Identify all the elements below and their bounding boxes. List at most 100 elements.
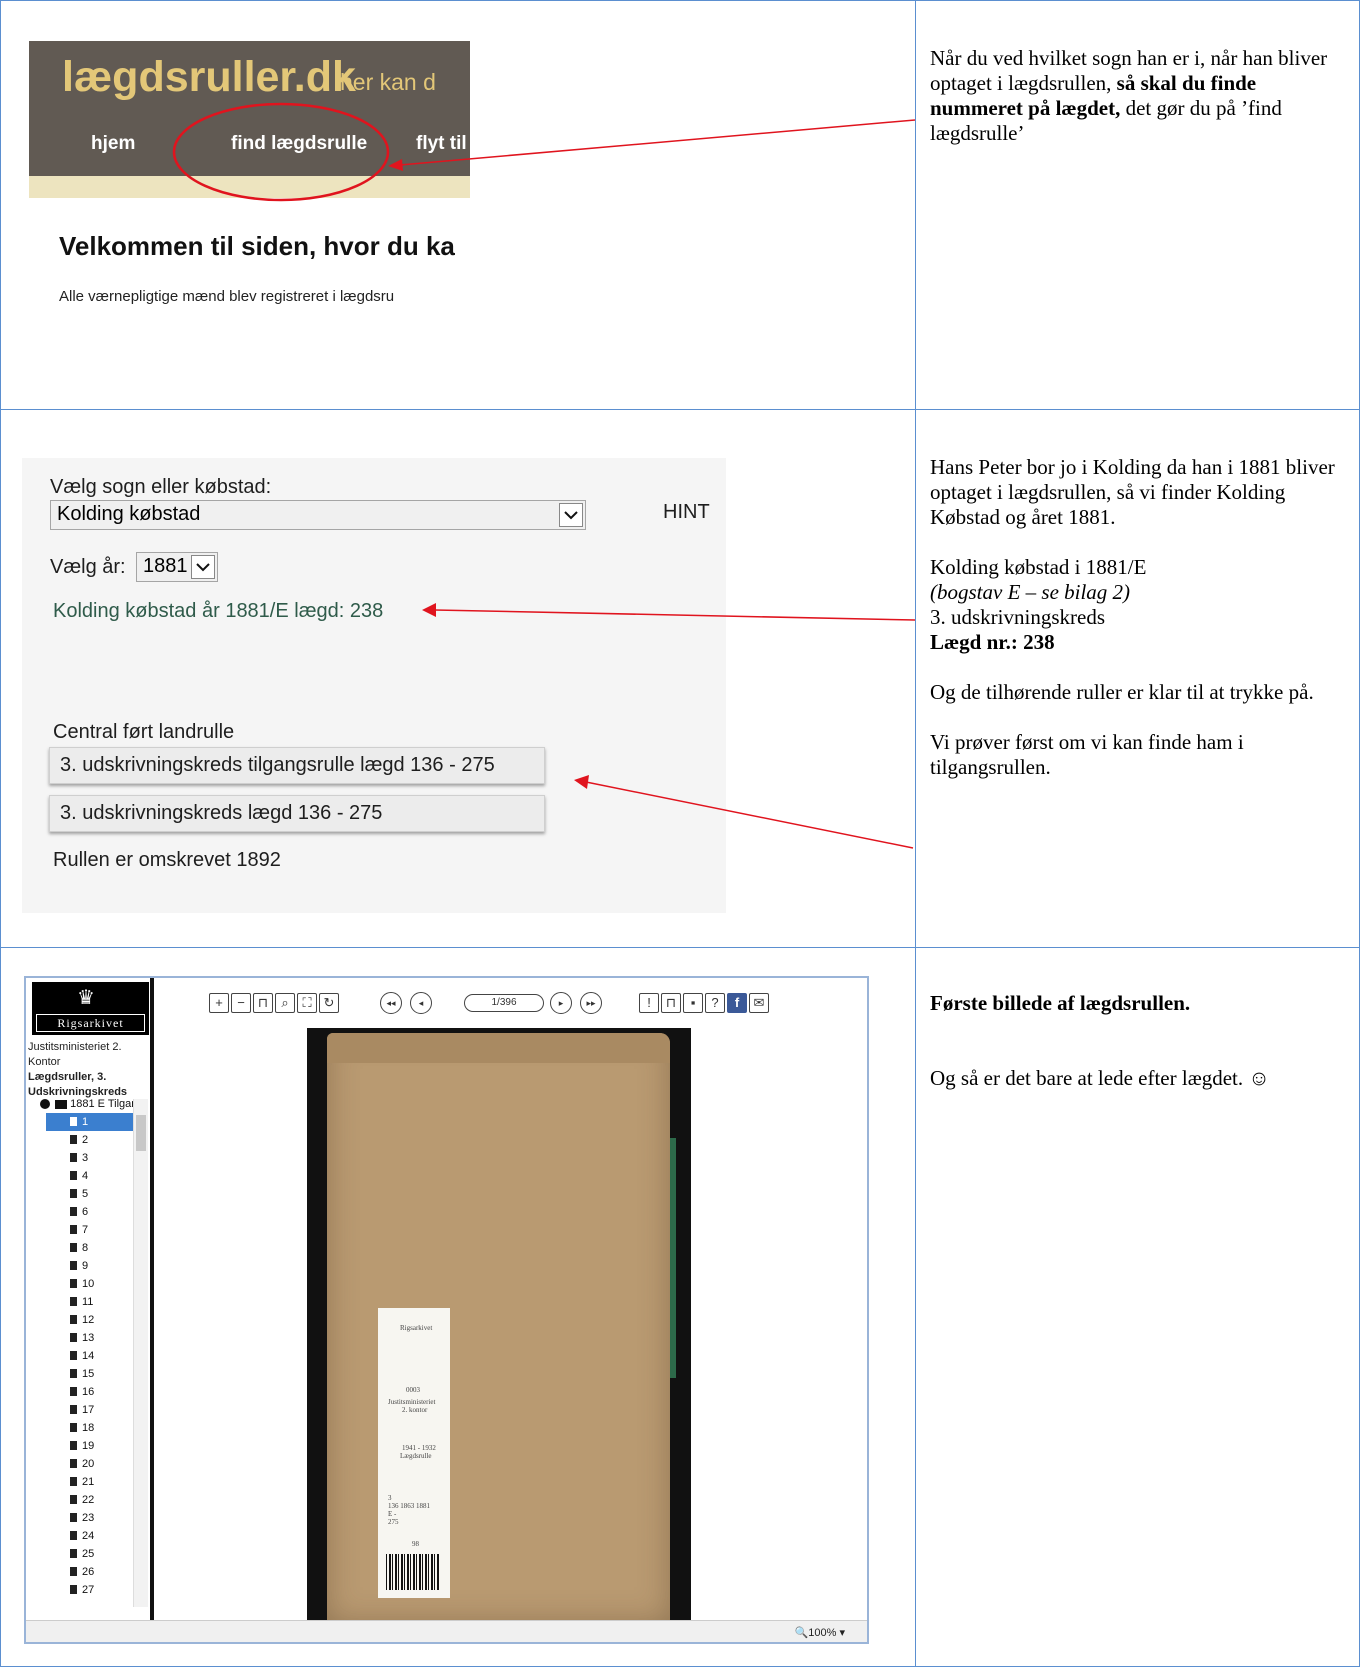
image-list-item-label: 14 <box>82 1350 95 1362</box>
parcel-fold <box>327 1033 670 1063</box>
next-page-icon[interactable]: ▸ <box>550 992 572 1014</box>
image-list-item[interactable]: 10 <box>46 1275 136 1293</box>
fullscreen-icon[interactable]: ⛶ <box>297 993 317 1013</box>
label-type: Lægdsrulle <box>400 1452 432 1460</box>
image-list-item[interactable]: 17 <box>46 1401 136 1419</box>
site-tagline: her kan d <box>340 69 436 95</box>
rigsarkivet-logo[interactable]: ♛ Rigsarkivet <box>32 982 149 1035</box>
label-range: 136 1863 1881 <box>388 1502 430 1510</box>
image-list-item[interactable]: 5 <box>46 1185 136 1203</box>
image-list-item[interactable]: 21 <box>46 1473 136 1491</box>
year-select[interactable]: 1881 <box>136 552 218 582</box>
table-border-top <box>0 0 1360 1</box>
website-screenshot: lægdsruller.dk her kan d hjem find lægds… <box>29 41 470 311</box>
page-indicator[interactable]: 1/396 <box>464 994 544 1012</box>
lock-icon[interactable]: ⊓ <box>253 993 273 1013</box>
image-list-item[interactable]: 18 <box>46 1419 136 1437</box>
image-list-item[interactable]: 7 <box>46 1221 136 1239</box>
scrollbar-thumb[interactable] <box>136 1115 146 1151</box>
label-letter: E - <box>388 1510 397 1518</box>
image-list-item[interactable]: 25 <box>46 1545 136 1563</box>
table-border-left <box>0 0 1 1667</box>
image-list-item[interactable]: 24 <box>46 1527 136 1545</box>
save-icon[interactable]: ▪ <box>683 993 703 1013</box>
nav-find-roll-link[interactable]: find lægdsrulle <box>231 133 367 155</box>
site-logo[interactable]: lægdsruller.dk <box>62 53 356 102</box>
tree-folder[interactable]: 1881 E Tilgan <box>40 1098 137 1110</box>
image-list-item-label: 20 <box>82 1458 95 1470</box>
image-list-item[interactable]: 26 <box>46 1563 136 1581</box>
archive-label: Rigsarkivet 0003 Justitsministeriet 2. k… <box>378 1308 450 1598</box>
nav-home-link[interactable]: hjem <box>91 133 135 155</box>
image-list-item-label: 21 <box>82 1476 95 1488</box>
parish-select[interactable]: Kolding købstad <box>50 500 586 530</box>
collapse-icon[interactable] <box>40 1099 50 1110</box>
image-list-item[interactable]: 2 <box>46 1131 136 1149</box>
first-page-icon[interactable]: ◂◂ <box>380 992 402 1014</box>
last-page-icon[interactable]: ▸▸ <box>580 992 602 1014</box>
tree-folder-label: 1881 E Tilgan <box>70 1098 138 1110</box>
image-list-item-label: 23 <box>82 1512 95 1524</box>
help-icon[interactable]: ? <box>705 993 725 1013</box>
breadcrumb-item-collection[interactable]: Lægdsruller, 3. Udskrivningskreds <box>28 1071 127 1098</box>
image-list-item-label: 22 <box>82 1494 95 1506</box>
chevron-down-icon[interactable] <box>559 503 583 527</box>
breadcrumb-item-ministry[interactable]: Justitsministeriet 2. Kontor <box>28 1040 150 1070</box>
report-icon[interactable]: ! <box>639 993 659 1013</box>
row3-note-heading: Første billede af lægdsrullen. <box>930 991 1191 1015</box>
rotate-icon[interactable]: ↻ <box>319 993 339 1013</box>
archive-viewer-screenshot: ♛ Rigsarkivet Justitsministeriet 2. Kont… <box>24 976 869 1644</box>
district-roll-button[interactable]: 3. udskrivningskreds lægd 136 - 275 <box>49 795 545 832</box>
nav-move-link[interactable]: flyt til <box>416 133 467 155</box>
sidebar-scrollbar[interactable] <box>133 1099 148 1607</box>
search-icon[interactable]: ⌕ <box>275 993 295 1013</box>
image-list-item[interactable]: 27 <box>46 1581 136 1599</box>
image-list-item-label: 17 <box>82 1404 95 1416</box>
intake-roll-button[interactable]: 3. udskrivningskreds tilgangsrulle lægd … <box>49 747 545 784</box>
image-list-item[interactable]: 6 <box>46 1203 136 1221</box>
print-icon[interactable]: ⊓ <box>661 993 681 1013</box>
annotation-arrow-line-1 <box>399 119 916 166</box>
chevron-down-icon[interactable] <box>191 555 215 579</box>
zoom-in-icon[interactable]: + <box>209 993 229 1013</box>
zoom-dropdown[interactable]: 🔍100% ▾ <box>795 1626 845 1639</box>
image-list-item-label: 1 <box>82 1116 89 1128</box>
table-row-divider-1 <box>0 409 1360 410</box>
image-list-item[interactable]: 14 <box>46 1347 136 1365</box>
viewer-sidebar: ♛ Rigsarkivet Justitsministeriet 2. Kont… <box>26 978 150 1620</box>
image-list-item[interactable]: 11 <box>46 1293 136 1311</box>
site-heading: Velkommen til siden, hvor du ka <box>59 231 455 261</box>
image-list-item[interactable]: 3 <box>46 1149 136 1167</box>
zoom-icon: 🔍 <box>794 1627 809 1639</box>
label-number: 0003 <box>406 1386 420 1394</box>
image-list-item[interactable]: 1 <box>46 1113 136 1131</box>
image-list-item[interactable]: 23 <box>46 1509 136 1527</box>
image-list-item[interactable]: 8 <box>46 1239 136 1257</box>
facebook-icon[interactable]: f <box>727 993 747 1013</box>
label-years: 1941 - 1932 <box>402 1444 436 1452</box>
image-list-item-label: 15 <box>82 1368 95 1380</box>
hint-link[interactable]: HINT <box>663 501 710 524</box>
image-list-item[interactable]: 9 <box>46 1257 136 1275</box>
image-list-item[interactable]: 4 <box>46 1167 136 1185</box>
image-list-item[interactable]: 16 <box>46 1383 136 1401</box>
label-archive-name: Rigsarkivet <box>400 1324 433 1332</box>
image-list-item-label: 8 <box>82 1242 89 1254</box>
barcode <box>386 1554 440 1590</box>
row2-note-p3: Og de tilhørende ruller er klar til at t… <box>930 680 1314 704</box>
scan-edge-strip <box>670 1138 676 1378</box>
image-list-item[interactable]: 15 <box>46 1365 136 1383</box>
previous-page-icon[interactable]: ◂ <box>410 992 432 1014</box>
image-list-item[interactable]: 13 <box>46 1329 136 1347</box>
image-list-item-label: 24 <box>82 1530 95 1542</box>
image-list-item[interactable]: 19 <box>46 1437 136 1455</box>
image-list-item[interactable]: 12 <box>46 1311 136 1329</box>
image-list-item[interactable]: 20 <box>46 1455 136 1473</box>
mail-icon[interactable]: ✉ <box>749 993 769 1013</box>
image-list-item[interactable]: 22 <box>46 1491 136 1509</box>
row2-note-line1: Kolding købstad i 1881/E <box>930 555 1147 579</box>
zoom-out-icon[interactable]: − <box>231 993 251 1013</box>
scan-canvas[interactable]: Rigsarkivet 0003 Justitsministeriet 2. k… <box>154 1028 867 1623</box>
image-list-item-label: 10 <box>82 1278 95 1290</box>
result-text: Kolding købstad år 1881/E lægd: 238 <box>53 600 384 622</box>
